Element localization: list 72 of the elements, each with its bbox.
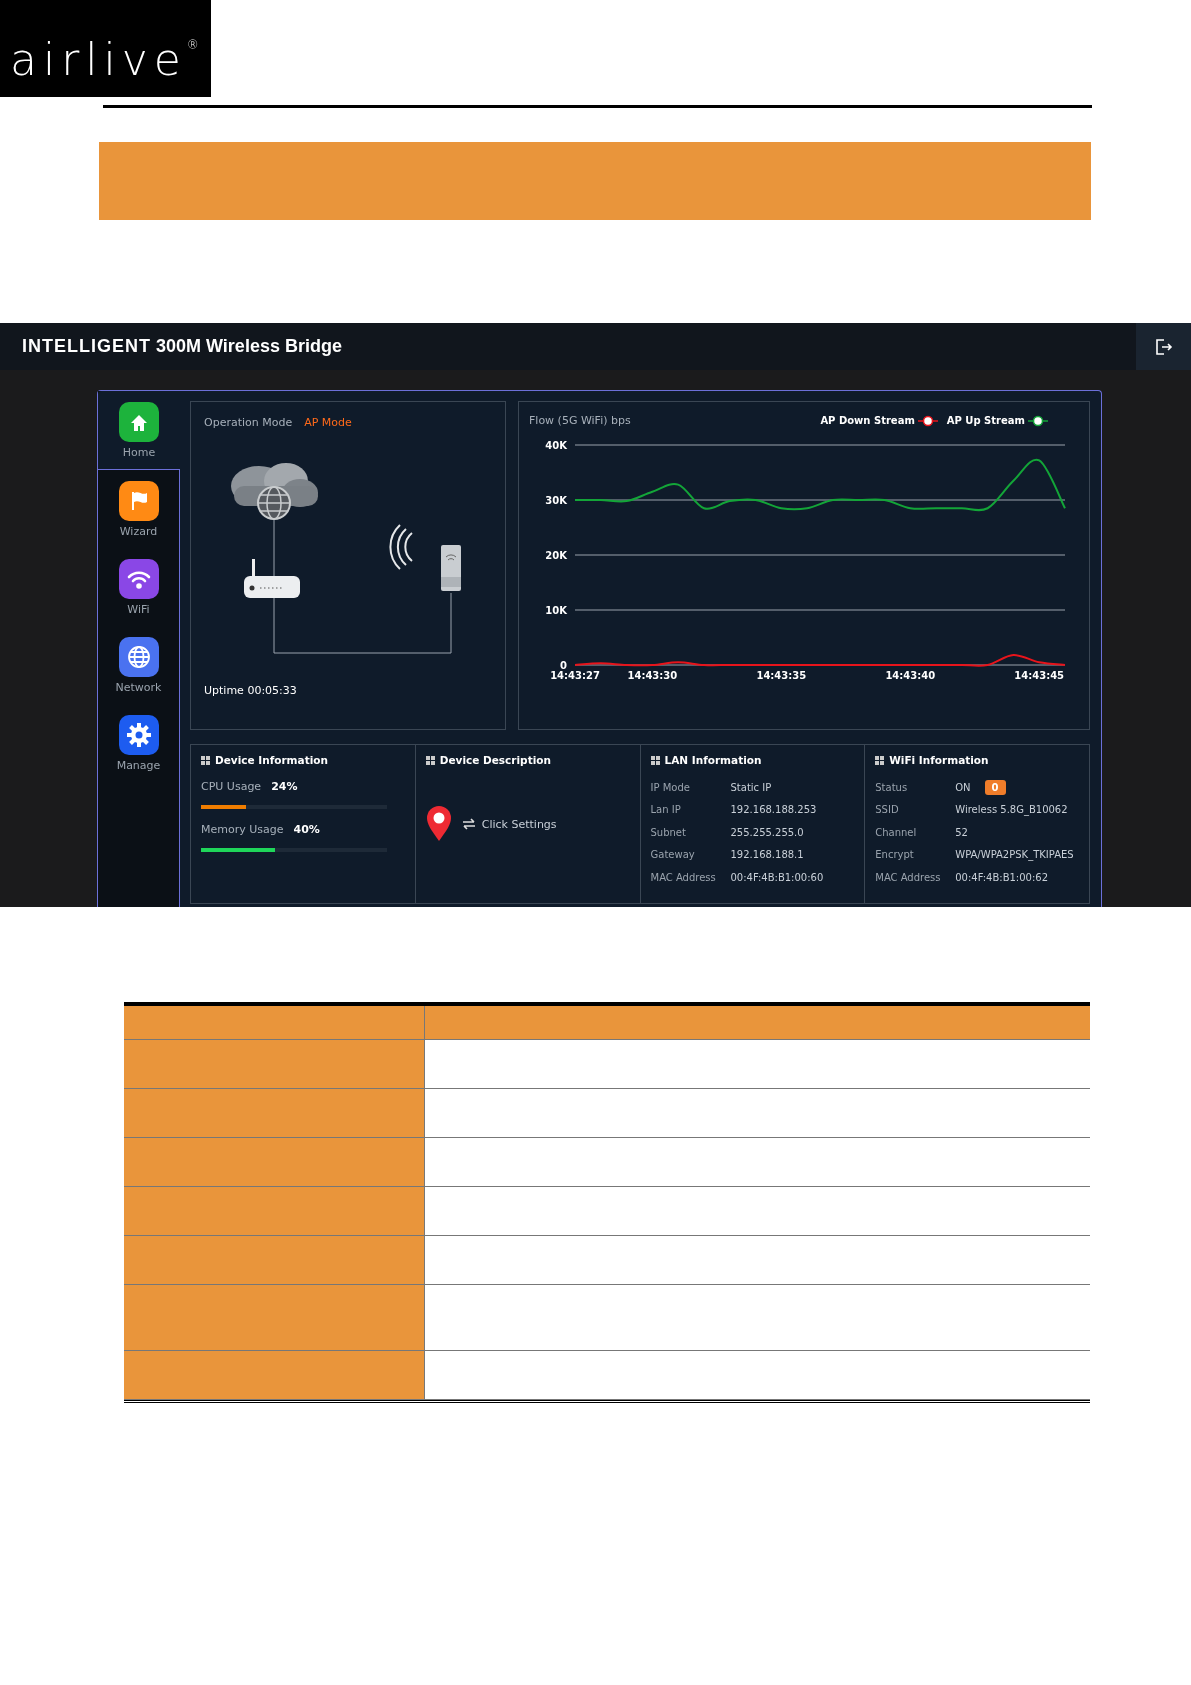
info-value: Static IP — [730, 781, 772, 793]
info-label: MAC Address — [650, 871, 717, 883]
location-pin-icon — [425, 806, 452, 842]
info-label: MAC Address — [875, 871, 942, 883]
info-value: 52 — [955, 826, 968, 838]
sidebar-item[interactable]: WiFi — [98, 548, 179, 626]
signal-waves-icon — [389, 524, 413, 570]
info-value: Wireless 5.8G_B10062 — [955, 804, 1068, 816]
cloud-globe-icon — [231, 463, 318, 520]
info-value: 255.255.255.0 — [730, 826, 804, 838]
axis-label: 0 — [560, 660, 567, 671]
info-value: 192.168.188.1 — [730, 849, 804, 861]
info-label: Subnet — [650, 826, 687, 838]
sidebar-item[interactable]: Manage — [98, 704, 179, 782]
axis-label: 10K — [545, 605, 567, 616]
card-title: Device Description — [439, 754, 551, 766]
card-title: Device Information — [215, 754, 328, 766]
axis-label: 40K — [545, 440, 567, 451]
app-title: INTELLIGENT 300M Wireless Bridge — [21, 335, 342, 358]
axis-label: 14:43:35 — [756, 670, 807, 681]
info-value: ON — [955, 781, 971, 793]
info-value: 00:4F:4B:B1:00:62 — [955, 871, 1049, 883]
flag-icon — [118, 480, 159, 521]
uptime-text: Uptime 00:05:33 — [204, 684, 298, 697]
grid-icon — [201, 755, 210, 765]
globe-icon — [118, 636, 159, 677]
router-icon — [244, 559, 300, 598]
grid-icon — [875, 755, 885, 765]
chart-title: Flow (5G WiFi) bps — [529, 414, 631, 427]
legend-label: AP Up Stream — [946, 415, 1025, 426]
card-title: WiFi Information — [889, 754, 989, 766]
card-title: LAN Information — [664, 754, 762, 766]
info-value: 192.168.188.253 — [730, 804, 817, 816]
axis-label: 14:43:40 — [885, 670, 936, 681]
sidebar-item[interactable]: Wizard — [98, 470, 179, 548]
meter-label: Memory Usage — [201, 823, 284, 836]
info-label: Encrypt — [875, 849, 915, 861]
home-icon — [119, 401, 159, 442]
brand-logo: airlive$^{®}$ — [0, 0, 211, 97]
legend-marker-icon — [916, 414, 939, 427]
info-value: 00:4F:4B:B1:00:60 — [730, 871, 824, 883]
info-label: Lan IP — [650, 804, 682, 816]
axis-label: 30K — [545, 495, 567, 506]
operation-mode-label: Operation Mode — [204, 416, 293, 429]
meter-label: CPU Usage — [201, 780, 262, 793]
click-settings-link[interactable]: Click Settings — [481, 817, 557, 831]
sidebar-item[interactable]: Network — [98, 626, 179, 704]
axis-label: 14:43:45 — [1014, 670, 1065, 681]
info-value: WPA/WPA2PSK_TKIPAES — [955, 849, 1074, 861]
info-label: IP Mode — [650, 781, 691, 793]
grid-icon — [425, 755, 435, 765]
info-label: Status — [875, 781, 909, 793]
operation-mode-value: AP Mode — [304, 416, 352, 429]
settings-icon — [118, 714, 159, 755]
wifi-icon — [118, 558, 159, 599]
grid-icon — [650, 755, 660, 765]
legend-label: AP Down Stream — [820, 415, 915, 426]
logout-icon — [1154, 337, 1173, 356]
meter-reading: 24% — [271, 780, 298, 793]
legend-marker-icon — [1027, 414, 1049, 427]
axis-label: 20K — [545, 550, 567, 561]
meter-reading: 40% — [293, 823, 320, 836]
axis-label: 14:43:27 — [550, 670, 600, 681]
count-badge: 0 — [984, 779, 1006, 795]
info-label: SSID — [875, 804, 900, 816]
info-label: Gateway — [650, 849, 696, 861]
sidebar-item[interactable]: Home — [98, 391, 180, 470]
logout-button[interactable] — [1136, 323, 1191, 370]
outdoor-ap-icon — [441, 545, 461, 591]
info-label: Channel — [875, 826, 918, 838]
axis-label: 14:43:30 — [627, 670, 678, 681]
swap-icon — [461, 818, 476, 830]
